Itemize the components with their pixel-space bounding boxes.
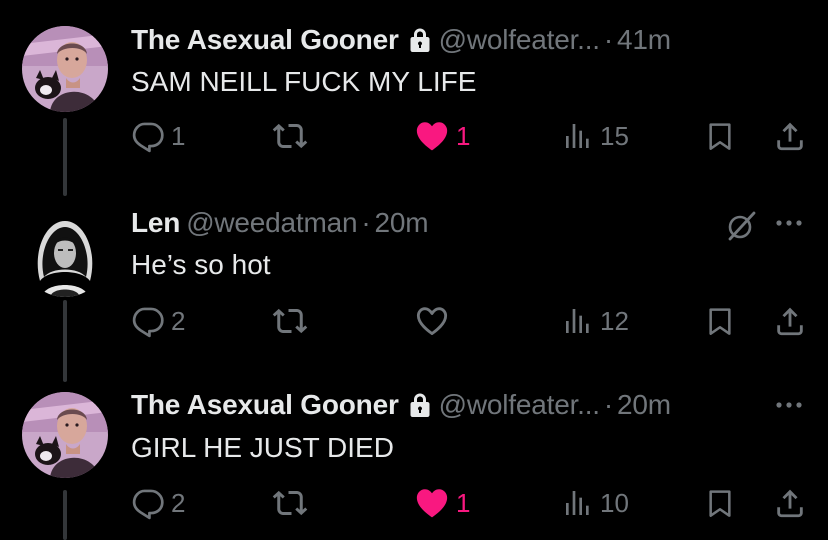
display-name[interactable]: Len	[131, 207, 180, 239]
timestamp[interactable]: 41m	[617, 24, 671, 56]
like-count: 1	[456, 120, 471, 151]
share-button[interactable]	[773, 118, 807, 154]
tweet[interactable]: The Asexual Gooner @wolfeater... · 41m S…	[0, 0, 828, 185]
views-icon	[562, 487, 594, 519]
display-name[interactable]: The Asexual Gooner	[131, 24, 399, 56]
repost-button[interactable]	[272, 118, 308, 154]
avatar[interactable]	[22, 211, 108, 297]
username-handle[interactable]: @wolfeater...	[439, 24, 600, 56]
tweet[interactable]: Len @weedatman · 20m He’s so hot 2 12	[0, 185, 828, 370]
avatar[interactable]	[22, 26, 108, 112]
tweet-text: GIRL HE JUST DIED	[131, 432, 394, 463]
separator: ·	[603, 24, 614, 55]
views-icon	[562, 305, 594, 337]
like-count: 1	[456, 487, 471, 518]
more-options-button[interactable]	[774, 400, 804, 410]
reply-count: 2	[171, 305, 186, 336]
like-button[interactable]: 1	[414, 485, 470, 521]
separator: ·	[361, 207, 371, 238]
timestamp[interactable]: 20m	[375, 207, 429, 239]
reply-button[interactable]: 1	[131, 118, 185, 154]
timestamp[interactable]: 20m	[617, 389, 671, 421]
views-button[interactable]: 10	[562, 485, 629, 521]
heart-outline-icon	[414, 303, 450, 339]
tweet-text: SAM NEILL FUCK MY LIFE	[131, 66, 477, 97]
views-button[interactable]: 15	[562, 118, 629, 154]
more-icon	[774, 218, 804, 228]
share-button[interactable]	[773, 485, 807, 521]
reply-button[interactable]: 2	[131, 485, 185, 521]
views-button[interactable]: 12	[562, 303, 629, 339]
bookmark-button[interactable]	[704, 303, 736, 339]
bookmark-button[interactable]	[704, 118, 736, 154]
more-icon	[774, 400, 804, 410]
reply-button[interactable]: 2	[131, 303, 185, 339]
display-name[interactable]: The Asexual Gooner	[131, 389, 399, 421]
repost-icon	[272, 118, 308, 154]
tweet-header: The Asexual Gooner @wolfeater... · 41m	[131, 22, 671, 58]
tweet[interactable]: The Asexual Gooner @wolfeater... · 20m G…	[0, 370, 828, 540]
view-count: 15	[600, 120, 629, 151]
tweet-header: The Asexual Gooner @wolfeater... · 20m	[131, 387, 671, 423]
like-button[interactable]: 1	[414, 118, 470, 154]
username-handle[interactable]: @weedatman	[186, 207, 357, 239]
heart-icon	[414, 485, 450, 521]
share-icon	[773, 119, 807, 153]
tweet-text: He’s so hot	[131, 249, 271, 280]
reply-count: 2	[171, 487, 186, 518]
bookmark-icon	[704, 304, 736, 338]
share-button[interactable]	[773, 303, 807, 339]
grok-icon[interactable]	[724, 209, 758, 243]
avatar[interactable]	[22, 392, 108, 478]
view-count: 10	[600, 487, 629, 518]
lock-icon	[409, 392, 431, 418]
reply-count: 1	[171, 120, 186, 151]
bookmark-icon	[704, 119, 736, 153]
share-icon	[773, 486, 807, 520]
username-handle[interactable]: @wolfeater...	[439, 389, 600, 421]
repost-icon	[272, 485, 308, 521]
like-button[interactable]	[414, 303, 450, 339]
views-icon	[562, 120, 594, 152]
bookmark-button[interactable]	[704, 485, 736, 521]
reply-icon	[131, 486, 165, 520]
repost-icon	[272, 303, 308, 339]
separator: ·	[603, 389, 614, 420]
bookmark-icon	[704, 486, 736, 520]
heart-icon	[414, 118, 450, 154]
view-count: 12	[600, 305, 629, 336]
lock-icon	[409, 27, 431, 53]
reply-icon	[131, 119, 165, 153]
reply-icon	[131, 304, 165, 338]
repost-button[interactable]	[272, 485, 308, 521]
more-options-button[interactable]	[774, 218, 804, 228]
repost-button[interactable]	[272, 303, 308, 339]
share-icon	[773, 304, 807, 338]
tweet-header: Len @weedatman · 20m	[131, 205, 429, 241]
